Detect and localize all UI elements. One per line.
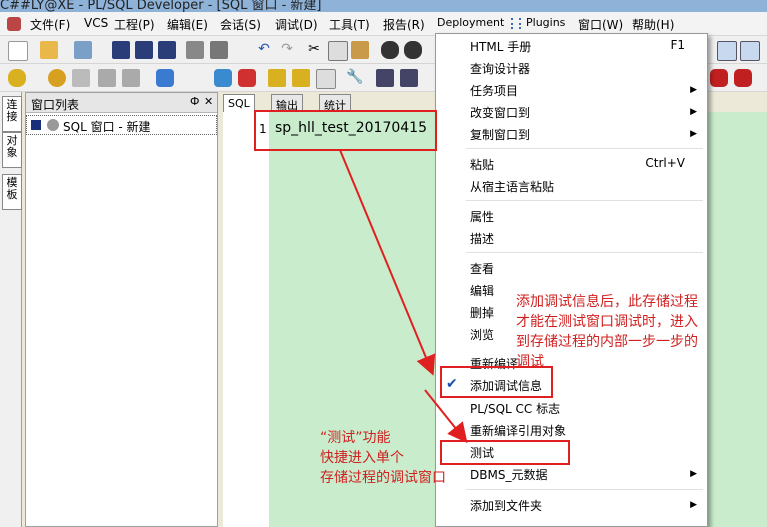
annotation-line: “测试”功能 (320, 430, 391, 446)
annotation-test: “测试”功能 快捷进入单个 存储过程的调试窗口 (320, 428, 446, 488)
annotation-line: 添加调试信息后，此存储过程 (516, 294, 698, 310)
annotation-debug-info: 添加调试信息后，此存储过程 才能在测试窗口调试时，进入 到存储过程的内部一步一步… (516, 292, 698, 352)
annotation-line: 才能在测试窗口调试时，进入 (516, 314, 698, 330)
annotation-line: 存储过程的调试窗口 (320, 470, 446, 486)
arrow-to-debug-info (339, 149, 436, 376)
annotation-debug-tail: 调试 (516, 354, 544, 370)
annotation-line: 到存储过程的内部一步一步的 (516, 334, 698, 350)
annotation-line: 快捷进入单个 (320, 450, 404, 466)
